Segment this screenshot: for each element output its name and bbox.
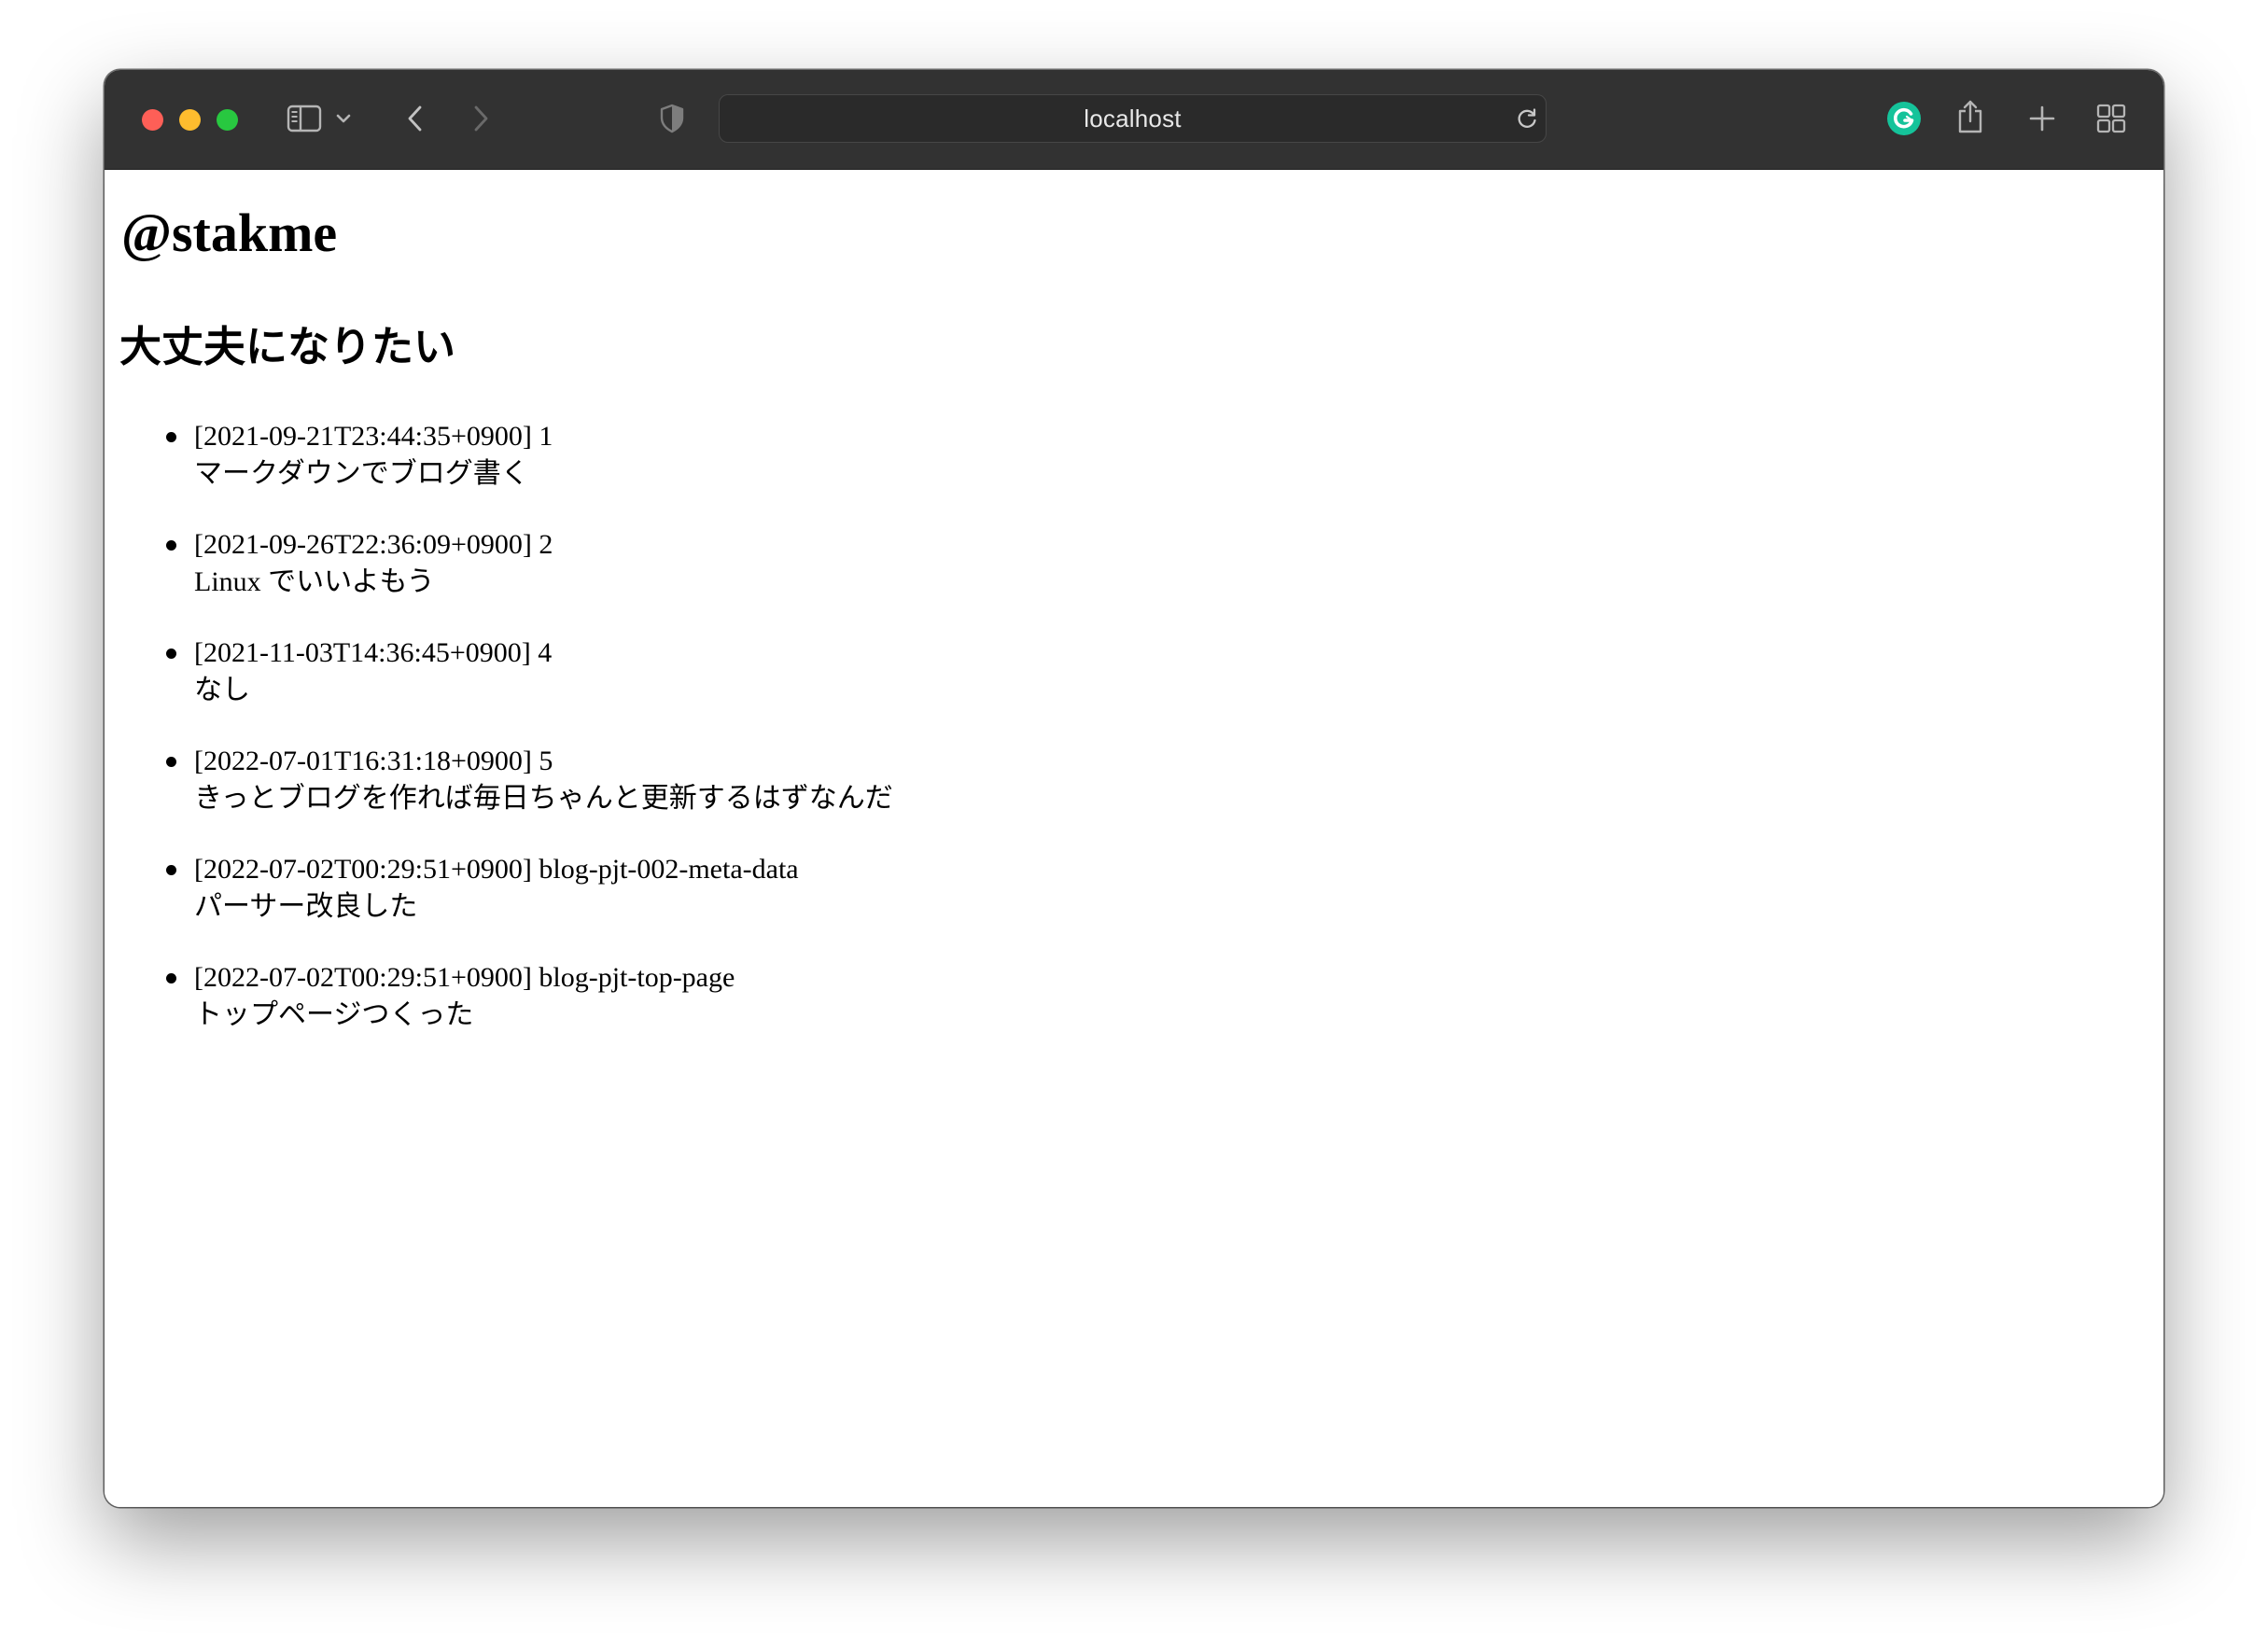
post-header: [2021-11-03T14:36:45+0900] 4 <box>194 635 552 671</box>
share-icon <box>1958 100 1982 133</box>
post-list-item: [2022-07-02T00:29:51+0900] blog-pjt-top-… <box>105 960 1225 1044</box>
plus-icon <box>2029 105 2055 132</box>
zoom-window-button[interactable] <box>217 109 238 131</box>
grammarly-extension-button[interactable] <box>1885 100 1923 137</box>
post-timestamp: [2021-09-26T22:36:09+0900] <box>194 529 532 560</box>
post-slug: 2 <box>539 529 553 560</box>
browser-toolbar: localhost <box>105 70 2163 170</box>
back-button[interactable] <box>401 102 429 135</box>
sidebar-toggle-button[interactable] <box>286 102 323 135</box>
back-arrow-icon <box>408 105 422 132</box>
post-title: なし <box>194 675 250 705</box>
share-button[interactable] <box>1954 96 1986 137</box>
post-list-item: [2021-09-26T22:36:09+0900] 2 Linux でいいよも… <box>105 527 1225 611</box>
post-title: パーサー改良した <box>194 891 418 922</box>
post-list-item: [2021-11-03T14:36:45+0900] 4 なし <box>105 635 1225 719</box>
url-text: localhost <box>1084 104 1182 133</box>
browser-window: localhost @stakme 大丈夫になりたい [2021-09-21T2… <box>105 70 2163 1507</box>
post-title: Linux でいいよもう <box>194 566 435 597</box>
forward-button[interactable] <box>467 102 495 135</box>
post-timestamp: [2022-07-02T00:29:51+0900] <box>194 962 532 993</box>
post-header: [2021-09-21T23:44:35+0900] 1 <box>194 419 553 454</box>
post-list-item: [2021-09-21T23:44:35+0900] 1 マークダウンでブログ書… <box>105 419 1225 503</box>
post-slug: blog-pjt-top-page <box>539 962 735 993</box>
new-tab-button[interactable] <box>2025 102 2059 135</box>
post-slug: 5 <box>539 746 553 776</box>
post-timestamp: [2022-07-01T16:31:18+0900] <box>194 746 532 776</box>
grammarly-icon <box>1887 102 1921 135</box>
list-bullet <box>166 865 176 875</box>
list-bullet <box>166 432 176 442</box>
minimize-window-button[interactable] <box>179 109 201 131</box>
list-bullet <box>166 757 176 767</box>
post-slug: blog-pjt-002-meta-data <box>539 854 799 885</box>
post-slug: 1 <box>539 421 553 452</box>
post-header: [2022-07-01T16:31:18+0900] 5 <box>194 744 553 779</box>
tab-overview-icon <box>2096 104 2126 133</box>
close-window-button[interactable] <box>142 109 163 131</box>
address-bar[interactable]: localhost <box>719 94 1547 143</box>
post-title: きっとブログを作れば毎日ちゃんと更新するはずなんだ <box>194 783 893 814</box>
post-list-item: [2022-07-01T16:31:18+0900] 5 きっとブログを作れば毎… <box>105 744 1225 828</box>
site-title: @stakme <box>121 202 338 263</box>
post-header: [2021-09-26T22:36:09+0900] 2 <box>194 527 553 563</box>
tab-overview-button[interactable] <box>2094 102 2128 135</box>
reload-button[interactable] <box>1513 105 1541 133</box>
post-title: マークダウンでブログ書く <box>194 458 529 489</box>
privacy-report-button[interactable] <box>657 102 687 135</box>
tab-group-menu-button[interactable] <box>334 107 353 130</box>
list-bullet <box>166 649 176 659</box>
post-slug: 4 <box>538 637 553 668</box>
site-tagline: 大丈夫になりたい <box>119 322 456 371</box>
list-bullet <box>166 973 176 983</box>
shield-icon <box>660 104 684 133</box>
post-timestamp: [2022-07-02T00:29:51+0900] <box>194 854 532 885</box>
list-bullet <box>166 540 176 551</box>
page-content: @stakme 大丈夫になりたい [2021-09-21T23:44:35+09… <box>105 171 2163 1507</box>
post-header: [2022-07-02T00:29:51+0900] blog-pjt-top-… <box>194 960 735 996</box>
chevron-down-icon <box>336 114 351 123</box>
reload-icon <box>1518 108 1536 128</box>
post-header: [2022-07-02T00:29:51+0900] blog-pjt-002-… <box>194 852 799 887</box>
post-timestamp: [2021-11-03T14:36:45+0900] <box>194 637 531 668</box>
post-title: トップページつくった <box>194 999 474 1030</box>
forward-arrow-icon <box>474 105 488 132</box>
post-list-item: [2022-07-02T00:29:51+0900] blog-pjt-002-… <box>105 852 1225 936</box>
post-timestamp: [2021-09-21T23:44:35+0900] <box>194 421 532 452</box>
sidebar-icon <box>287 105 322 133</box>
